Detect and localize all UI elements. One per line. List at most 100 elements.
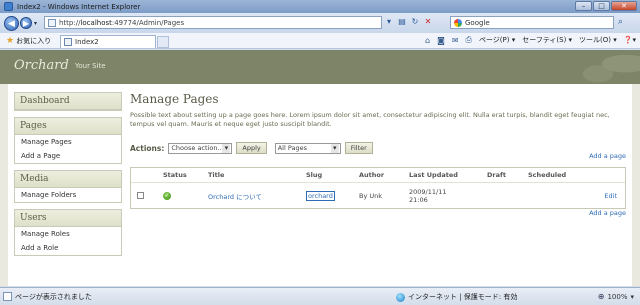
filter-button[interactable]: Filter [344, 142, 373, 154]
admin-sidebar: Dashboard Pages Manage Pages Add a Page … [14, 92, 122, 262]
status-page-icon [3, 292, 12, 301]
google-icon [454, 18, 462, 27]
col-draft: Draft [487, 171, 506, 179]
status-text: ページが表示されました [15, 292, 92, 301]
nav-group-users: Users Manage Roles Add a Role [14, 209, 122, 256]
close-button[interactable]: ✕ [611, 1, 637, 11]
actions-label: Actions: [130, 143, 165, 153]
favorites-bar: ★ お気に入り Index2 ⌂ ◙ ✉ ⎙ ページ(P) ▾ セーフティ(S)… [0, 33, 640, 49]
apply-button[interactable]: Apply [236, 142, 267, 154]
minimize-button[interactable]: – [575, 1, 592, 11]
bulk-actions: Actions: Choose action... Apply All Page… [130, 142, 373, 154]
favorites-button[interactable]: お気に入り [16, 36, 51, 46]
page-slug-link[interactable]: orchard [306, 190, 335, 201]
stop-icon[interactable]: ✕ [423, 17, 433, 27]
nav-heading-dashboard[interactable]: Dashboard [15, 93, 121, 110]
row-checkbox[interactable] [137, 192, 144, 199]
refresh-icon[interactable]: ↻ [410, 17, 420, 27]
zoom-dropdown-icon[interactable]: ▾ [630, 293, 634, 301]
site-logo[interactable]: Orchard [14, 58, 69, 73]
zoom-level: 100% [607, 292, 628, 301]
row-updated-time: 21:06 [409, 195, 428, 204]
zoom-icon: ⊕ [597, 292, 605, 301]
add-page-link-top[interactable]: Add a page [589, 152, 626, 160]
search-placeholder: Google [465, 18, 490, 27]
address-bar: ◀ ▶ ▾ http://localhost:49774/Admin/Pages… [0, 13, 640, 33]
url-actions: ▾ ▤ ↻ ✕ [384, 17, 433, 27]
home-icon[interactable]: ⌂ [425, 36, 430, 45]
main-panel: Manage Pages Possible text about setting… [130, 92, 626, 217]
favorites-star-icon[interactable]: ★ [6, 36, 14, 46]
tab-title: Index2 [75, 38, 99, 46]
col-slug: Slug [306, 171, 323, 179]
action-select[interactable]: Choose action... [168, 142, 233, 154]
security-zone[interactable]: インターネット | 保護モード: 有効 [396, 292, 517, 302]
page-title-link[interactable]: Orchard について [208, 193, 262, 201]
row-updated-date: 2009/11/11 [409, 187, 447, 196]
tools-menu[interactable]: ツール(O) ▾ [579, 35, 617, 45]
table-header: Status Title Slug Author Last Updated Dr… [131, 168, 625, 182]
zone-text: インターネット | 保護モード: 有効 [408, 293, 518, 301]
history-dropdown-icon[interactable]: ▾ [34, 20, 37, 27]
table-row: ✓ Orchard について orchard By Unk 2009/11/11… [131, 182, 625, 208]
col-last-updated: Last Updated [409, 171, 458, 179]
zoom-control[interactable]: ⊕ 100% ▾ [598, 292, 634, 301]
url-input[interactable]: http://localhost:49774/Admin/Pages [44, 16, 382, 29]
nav-group-dashboard: Dashboard [14, 92, 122, 111]
mail-icon[interactable]: ✉ [452, 36, 459, 45]
help-menu[interactable]: ❓▾ [624, 36, 636, 44]
edit-link[interactable]: Edit [604, 192, 617, 200]
back-button[interactable]: ◀ [4, 15, 19, 31]
page-viewport: Orchard Your Site Dashboard Pages Manage… [0, 50, 640, 286]
sidebar-item-manage-pages[interactable]: Manage Pages [15, 135, 121, 149]
admin-content: Dashboard Pages Manage Pages Add a Page … [8, 84, 632, 286]
search-icon[interactable]: ⌕ [618, 17, 623, 27]
maximize-button[interactable]: □ [593, 1, 610, 11]
filter-select[interactable]: All Pages [274, 142, 341, 154]
safety-menu[interactable]: セーフティ(S) ▾ [522, 35, 572, 45]
sidebar-item-manage-folders[interactable]: Manage Folders [15, 188, 121, 202]
nav-group-media: Media Manage Folders [14, 170, 122, 203]
add-page-link-bottom[interactable]: Add a page [589, 209, 626, 217]
col-scheduled: Scheduled [528, 171, 567, 179]
forward-button[interactable]: ▶ [20, 17, 32, 29]
nav-heading-pages: Pages [15, 118, 121, 135]
nav-heading-media: Media [15, 171, 121, 188]
row-author: By Unk [359, 191, 383, 200]
feeds-icon[interactable]: ◙ [437, 36, 445, 45]
ie-icon [4, 2, 13, 11]
page-title: Manage Pages [130, 92, 219, 106]
sidebar-item-add-page[interactable]: Add a Page [15, 149, 121, 163]
page-intro: Possible text about setting up a page go… [130, 111, 610, 128]
new-tab-button[interactable] [157, 36, 169, 48]
row-last-updated: 2009/11/11 21:06 [409, 188, 487, 204]
internet-globe-icon [396, 292, 405, 302]
search-input[interactable]: Google [450, 16, 614, 29]
nav-heading-users: Users [15, 210, 121, 227]
page-menu[interactable]: ページ(P) ▾ [479, 35, 515, 45]
sidebar-item-manage-roles[interactable]: Manage Roles [15, 227, 121, 241]
window-title-bar: Index2 - Windows Internet Explorer – □ ✕ [0, 0, 640, 13]
published-check-icon: ✓ [163, 191, 171, 200]
header-decoration [570, 50, 640, 84]
print-icon[interactable]: ⎙ [466, 35, 472, 45]
site-name: Your Site [75, 62, 106, 70]
command-bar: ⌂ ◙ ✉ ⎙ ページ(P) ▾ セーフティ(S) ▾ ツール(O) ▾ ❓▾ [425, 35, 636, 45]
col-status: Status [163, 171, 187, 179]
site-header: Orchard Your Site [0, 50, 640, 84]
page-icon [48, 18, 56, 27]
window-title: Index2 - Windows Internet Explorer [17, 2, 141, 11]
compat-view-icon[interactable]: ▤ [397, 17, 407, 27]
sidebar-item-add-role[interactable]: Add a Role [15, 241, 121, 255]
tab-page-icon [64, 38, 72, 46]
row-actions-cell: Edit [593, 192, 625, 200]
nav-group-pages: Pages Manage Pages Add a Page [14, 117, 122, 164]
row-title-cell: Orchard について [208, 191, 306, 201]
window-controls: – □ ✕ [575, 1, 637, 11]
url-dropdown-icon[interactable]: ▾ [384, 17, 394, 27]
tab-index2[interactable]: Index2 [60, 35, 156, 48]
row-status-cell: ✓ [163, 191, 208, 200]
url-text: http://localhost:49774/Admin/Pages [59, 18, 185, 27]
col-author: Author [359, 171, 385, 179]
pages-table: Status Title Slug Author Last Updated Dr… [130, 167, 626, 209]
